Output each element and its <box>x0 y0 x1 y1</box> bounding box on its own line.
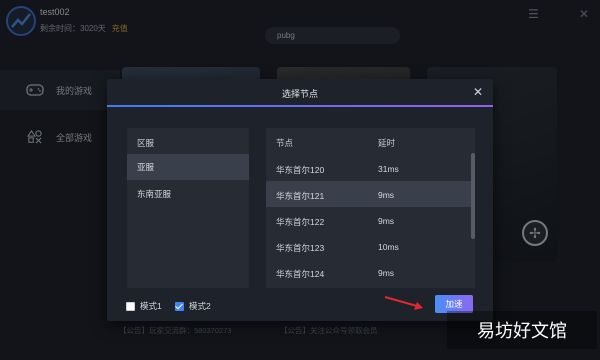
node-name: 华东首尔124 <box>276 269 325 279</box>
latency-header: 延时 <box>378 138 396 148</box>
header-accent-line <box>107 105 493 107</box>
mode2-label: 模式2 <box>189 301 211 311</box>
node-name: 华东首尔122 <box>276 217 325 227</box>
scrollbar-thumb[interactable] <box>471 153 475 239</box>
node-row[interactable]: 华东首尔124 9ms <box>266 259 471 285</box>
region-item-southeast-asia[interactable]: 东南亚服 <box>127 181 249 207</box>
scrollbar[interactable] <box>471 153 475 288</box>
node-latency: 9ms <box>378 268 395 278</box>
watermark-text: 易坊好文馆 <box>447 311 597 349</box>
node-latency: 9ms <box>378 216 395 226</box>
mode1-checkbox[interactable]: 模式1 <box>126 300 162 312</box>
region-header: 区服 <box>137 138 155 148</box>
node-latency: 31ms <box>378 164 399 174</box>
dialog-header: 选择节点 ✕ <box>107 79 493 105</box>
node-row[interactable]: 华东首尔123 10ms <box>266 233 471 259</box>
node-row-selected[interactable]: 华东首尔121 9ms <box>266 181 471 207</box>
region-item-asia[interactable]: 亚服 <box>127 154 249 180</box>
node-latency: 9ms <box>378 190 395 200</box>
node-name: 华东首尔120 <box>276 165 325 175</box>
node-row[interactable]: 华东首尔122 9ms <box>266 207 471 233</box>
arrow-icon <box>384 296 423 310</box>
close-icon[interactable]: ✕ <box>473 85 483 99</box>
node-name: 华东首尔123 <box>276 243 325 253</box>
region-list: 区服 亚服 东南亚服 <box>127 128 249 288</box>
checkbox-unchecked <box>126 301 135 311</box>
node-header: 节点 <box>276 138 294 148</box>
node-name: 华东首尔121 <box>276 191 325 201</box>
mode2-checkbox[interactable]: 模式2 <box>175 300 211 312</box>
mode1-label: 模式1 <box>140 301 162 311</box>
node-row[interactable]: 华东首尔120 31ms <box>266 155 471 181</box>
node-latency: 10ms <box>378 242 399 252</box>
dialog-title: 选择节点 <box>281 89 318 99</box>
node-list: 节点 延时 华东首尔120 31ms 华东首尔121 9ms 华东首尔122 9ms … <box>266 128 475 288</box>
checkbox-checked <box>175 301 184 311</box>
select-node-dialog: 选择节点 ✕ 区服 亚服 东南亚服 节点 延时 华东首尔120 31ms 华东首尔… <box>107 79 493 321</box>
